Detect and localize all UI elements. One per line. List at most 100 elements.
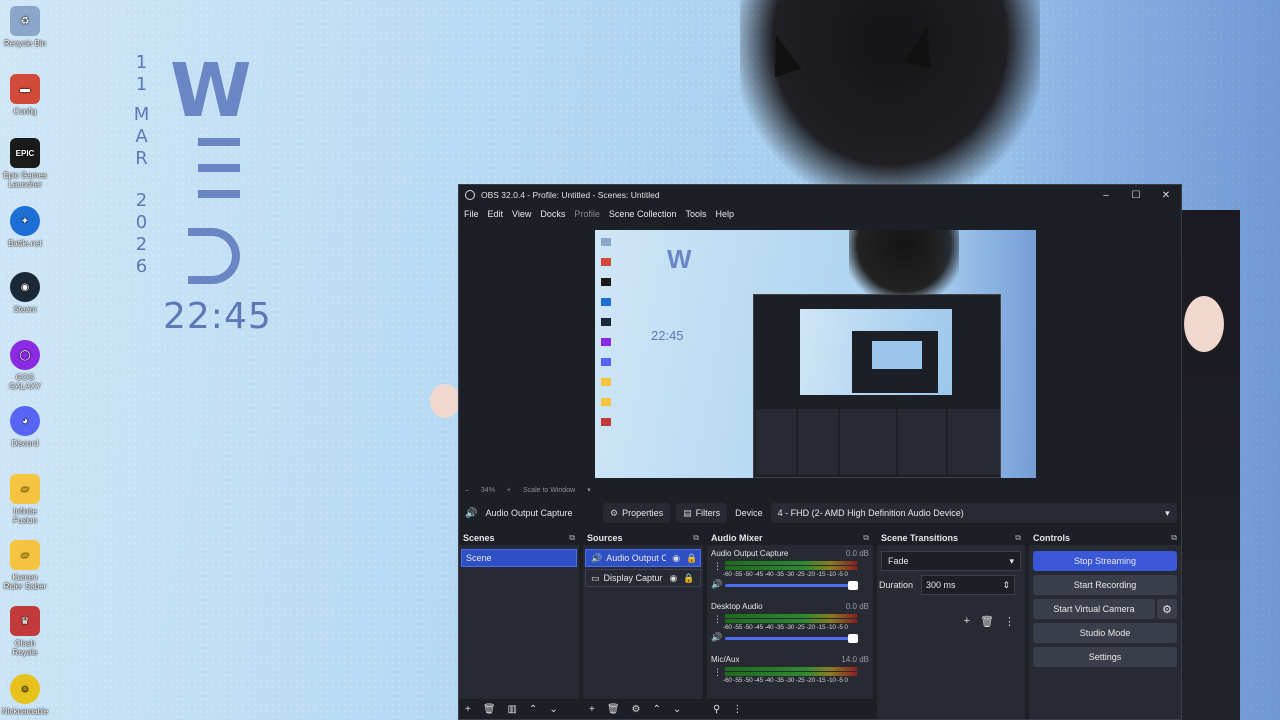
menu-docks[interactable]: Docks (540, 209, 565, 219)
docks-area: Scenes ⧉ Scene + 🗑 ▥ ⌃ ⌄ Sources ⧉ 🔊 Audio… (459, 531, 1181, 719)
desktop-icon-discord[interactable]: ◕ Discord (2, 406, 48, 448)
recycle-bin-icon: ♻ (10, 6, 40, 36)
controls-dock: Controls ⧉ Stop Streaming Start Recording… (1029, 531, 1181, 719)
menu-profile[interactable]: Profile (574, 209, 600, 219)
preview-logo: W (667, 244, 691, 274)
transition-select[interactable]: Fade ▾ (881, 551, 1021, 571)
volume-meter (725, 614, 857, 618)
more-icon[interactable]: ⋮ (713, 614, 722, 625)
add-icon[interactable]: + (589, 704, 595, 715)
desktop-icon-clash-royale[interactable]: ♛ Clash Royale (2, 606, 48, 657)
desktop-icon-infinite-fusion[interactable]: ▰ Infinite Fusion (2, 474, 48, 525)
obs-window: OBS 32.0.4 - Profile: Untitled - Scenes:… (458, 184, 1182, 720)
program-preview[interactable]: W 22:45 (595, 230, 1036, 478)
volume-slider[interactable] (725, 634, 858, 643)
audio-mixer-title: Audio Mixer (711, 533, 763, 543)
preview-area[interactable]: W 22:45 (459, 225, 1181, 483)
menu-view[interactable]: View (512, 209, 531, 219)
wallpaper-figure-hair (740, 0, 1040, 200)
lock-icon[interactable]: 🔒 (683, 573, 694, 584)
chevron-down-icon[interactable]: ⌄ (673, 704, 681, 715)
undock-icon[interactable]: ⧉ (693, 533, 699, 543)
filter-icon[interactable]: ▥ (508, 704, 517, 715)
minimize-button[interactable]: – (1091, 190, 1121, 201)
properties-button[interactable]: ⚙ Properties (603, 503, 671, 523)
chevron-up-icon[interactable]: ⌃ (653, 704, 661, 715)
desktop-icon-recycle-bin[interactable]: ♻ Recycle Bin (2, 6, 48, 48)
lock-icon[interactable]: 🔒 (686, 553, 697, 564)
undock-icon[interactable]: ⧉ (569, 533, 575, 543)
menu-help[interactable]: Help (715, 209, 734, 219)
wallpaper-date: 1 1 M A R 2 0 2 6 (133, 52, 151, 277)
desktop-icon-config[interactable]: ▬ Config (2, 74, 48, 116)
preview-clock: 22:45 (651, 328, 684, 343)
scene-item[interactable]: Scene (461, 549, 577, 567)
desktop-icon-battlenet[interactable]: ✦ Battle.net (2, 206, 48, 248)
speaker-icon[interactable]: 🔊 (711, 632, 722, 643)
scenes-dock: Scenes ⧉ Scene + 🗑 ▥ ⌃ ⌄ (459, 531, 579, 719)
source-item-audio-output[interactable]: 🔊 Audio Output C ◉ 🔒 (585, 549, 701, 567)
spin-icon[interactable]: ⇕ (1002, 580, 1010, 591)
scale-mode[interactable]: Scale to Window (523, 487, 575, 494)
eye-icon[interactable]: ◉ (670, 573, 678, 584)
link-icon[interactable]: ⚲ (713, 704, 720, 715)
desktop-icon-epic-games[interactable]: EPIC Epic Games Launcher (2, 138, 48, 189)
close-button[interactable]: ✕ (1151, 190, 1181, 201)
obs-titlebar[interactable]: OBS 32.0.4 - Profile: Untitled - Scenes:… (459, 185, 1181, 205)
chevron-down-icon[interactable]: ⌄ (549, 704, 557, 715)
desktop-icon-steam[interactable]: ◉ Steam (2, 272, 48, 314)
sources-dock: Sources ⧉ 🔊 Audio Output C ◉ 🔒 ▭ Display … (583, 531, 703, 719)
undock-icon[interactable]: ⧉ (1015, 533, 1021, 543)
eye-icon[interactable]: ◉ (672, 553, 680, 564)
source-item-display-capture[interactable]: ▭ Display Captur ◉ 🔒 (585, 569, 701, 587)
menu-scene-collection[interactable]: Scene Collection (609, 209, 677, 219)
add-icon[interactable]: + (465, 704, 471, 715)
zoom-in-button[interactable]: + (507, 487, 511, 494)
trash-icon[interactable]: 🗑 (483, 704, 496, 715)
zoom-level: 34% (480, 486, 495, 494)
studio-mode-button[interactable]: Studio Mode (1033, 623, 1177, 643)
zoom-out-button[interactable]: – (465, 487, 469, 494)
desktop-icon-kamen-rider-saber[interactable]: ▰ Kamen Rider Saber (2, 540, 48, 591)
desktop-icon-gog-galaxy[interactable]: ◯ GOG GALAXY (2, 340, 48, 391)
device-select[interactable]: 4 - FHD (2- AMD High Definition Audio De… (770, 503, 1177, 523)
trash-icon[interactable]: 🗑 (607, 704, 620, 715)
scale-dropdown-icon[interactable]: ▾ (587, 486, 591, 494)
stop-streaming-button[interactable]: Stop Streaming (1033, 551, 1177, 571)
gear-icon[interactable]: ⚙ (632, 704, 641, 715)
add-icon[interactable]: + (964, 615, 970, 628)
desktop-icon-nicknamable[interactable]: ☺ Nicknamable (2, 674, 48, 716)
gear-icon[interactable]: ⚙ (1157, 599, 1177, 619)
speaker-icon[interactable]: 🔊 (711, 579, 722, 590)
obs-app-icon (465, 190, 475, 200)
trash-icon[interactable]: 🗑 (980, 615, 994, 628)
undock-icon[interactable]: ⧉ (863, 533, 869, 543)
more-icon[interactable]: ⋮ (1004, 615, 1015, 628)
menu-file[interactable]: File (464, 209, 479, 219)
maximize-button[interactable]: ☐ (1121, 190, 1151, 201)
gog-galaxy-icon: ◯ (10, 340, 40, 370)
menu-tools[interactable]: Tools (685, 209, 706, 219)
volume-slider[interactable] (725, 581, 858, 590)
duration-input[interactable]: 300 ms ⇕ (921, 575, 1016, 595)
wallpaper-clock: 22:45 (163, 296, 272, 337)
start-recording-button[interactable]: Start Recording (1033, 575, 1177, 595)
settings-button[interactable]: Settings (1033, 647, 1177, 667)
context-bar: 🔊 Audio Output Capture ⚙ Properties ▤ Fi… (459, 501, 1181, 525)
controls-title: Controls (1033, 533, 1070, 543)
steam-icon: ◉ (10, 272, 40, 302)
speaker-icon: 🔊 (465, 507, 478, 519)
more-icon[interactable]: ⋮ (713, 667, 722, 678)
start-virtual-camera-button[interactable]: Start Virtual Camera (1033, 599, 1155, 619)
mixer-channel: Desktop Audio 0.0 dB ⋮ -60 -55 -50 -45 -4… (711, 602, 869, 643)
scene-transitions-title: Scene Transitions (881, 533, 959, 543)
wallpaper-figure-side (1180, 210, 1240, 720)
epic-games-icon: EPIC (10, 138, 40, 168)
chevron-up-icon[interactable]: ⌃ (529, 704, 537, 715)
menu-edit[interactable]: Edit (488, 209, 504, 219)
more-icon[interactable]: ⋮ (713, 561, 722, 572)
undock-icon[interactable]: ⧉ (1171, 533, 1177, 543)
gear-icon: ⚙ (610, 507, 619, 518)
more-icon[interactable]: ⋮ (732, 704, 742, 715)
filters-button[interactable]: ▤ Filters (676, 503, 728, 523)
